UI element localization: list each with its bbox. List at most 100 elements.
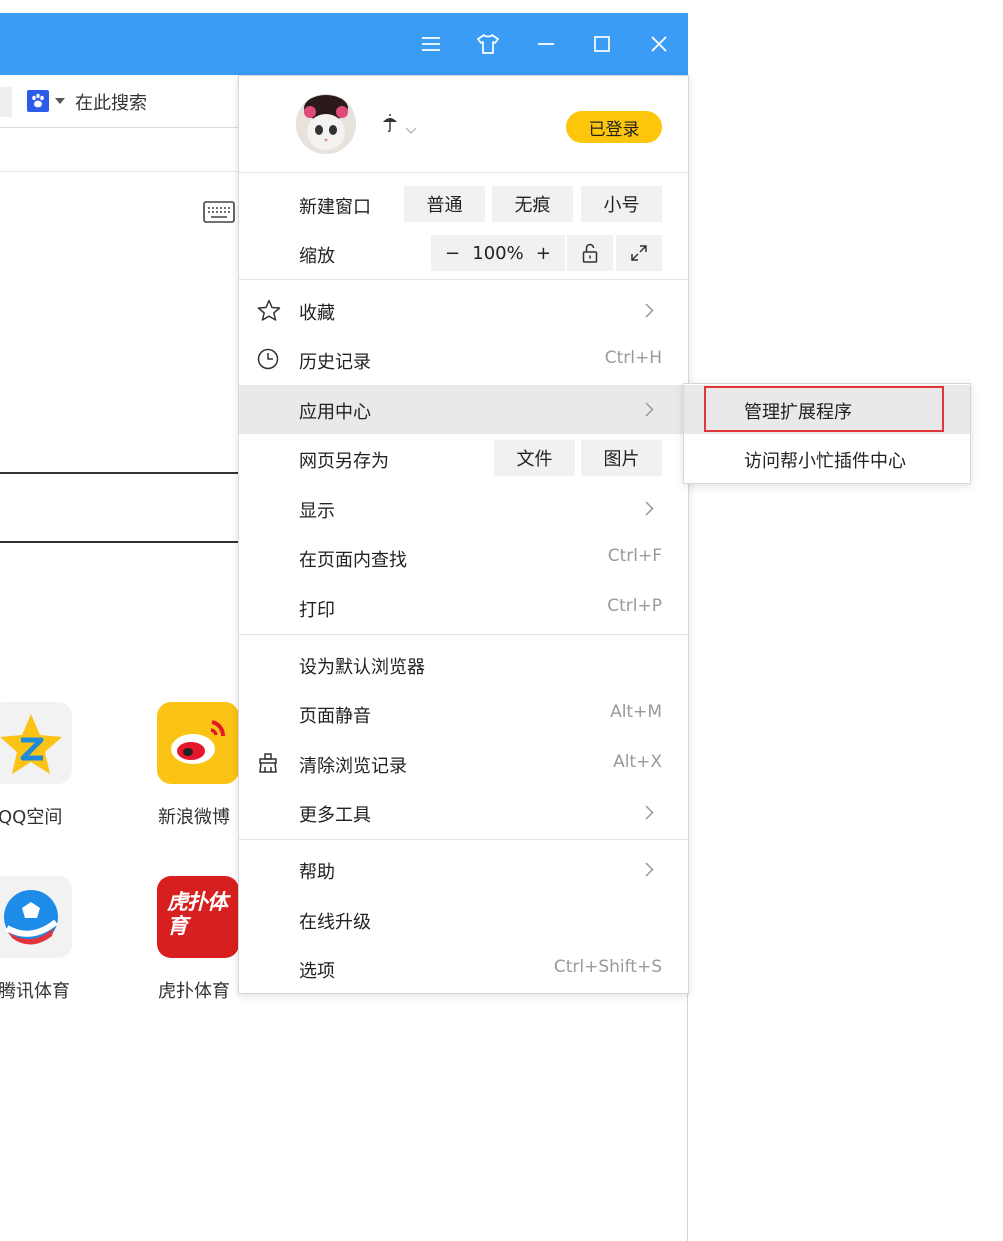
close-icon — [651, 36, 667, 52]
submenu-item-plugin-center[interactable]: 访问帮小忙插件中心 — [684, 434, 970, 483]
divider — [239, 172, 688, 173]
menu-item-label: 历史记录 — [299, 352, 371, 373]
new-window-alt-account-button[interactable]: 小号 — [581, 186, 662, 222]
menu-item-app-center[interactable]: 应用中心 — [239, 385, 688, 434]
shortcut-label: Ctrl+H — [604, 348, 662, 368]
keyboard-icon[interactable] — [203, 200, 235, 228]
menu-item-mute-page[interactable]: 页面静音 Alt+M — [239, 689, 688, 738]
menu-item-favorites[interactable]: 收藏 — [239, 286, 688, 335]
broom-icon — [257, 752, 279, 778]
new-window-incognito-button[interactable]: 无痕 — [492, 186, 573, 222]
divider — [239, 279, 688, 280]
search-box-bottom-border — [0, 541, 238, 543]
app-label: 腾讯体育 — [0, 981, 70, 1002]
chevron-down-icon[interactable] — [405, 120, 417, 139]
skin-button[interactable] — [466, 13, 510, 75]
main-menu-button[interactable] — [409, 13, 453, 75]
menu-item-label: 打印 — [299, 600, 335, 621]
menu-item-help[interactable]: 帮助 — [239, 845, 688, 894]
paw-icon — [32, 93, 44, 108]
clock-icon — [257, 348, 279, 374]
shortcut-label: Ctrl+Shift+S — [553, 957, 662, 977]
hamburger-icon — [422, 37, 440, 51]
save-as-file-button[interactable]: 文件 — [494, 440, 575, 476]
close-button[interactable] — [637, 13, 681, 75]
menu-item-display[interactable]: 显示 — [239, 484, 688, 533]
address-bar-edge — [0, 87, 12, 117]
app-label: 虎扑体育 — [158, 981, 230, 1002]
app-tile-weibo[interactable] — [157, 702, 239, 784]
app-label: 新浪微博 — [158, 807, 230, 828]
title-bar — [0, 13, 688, 75]
menu-item-online-upgrade[interactable]: 在线升级 — [239, 895, 688, 944]
menu-item-more-tools[interactable]: 更多工具 — [239, 788, 688, 837]
star-icon — [257, 299, 281, 325]
search-input[interactable]: 在此搜索 — [75, 89, 147, 115]
search-engine-button[interactable] — [27, 90, 49, 112]
app-tile-tencent-sports[interactable] — [0, 876, 72, 958]
search-box-top-border — [0, 472, 238, 474]
app-tile-hupu[interactable]: 虎扑体育 — [157, 876, 239, 958]
submenu-item-label: 访问帮小忙插件中心 — [744, 451, 906, 472]
app-tile-qzone[interactable] — [0, 702, 72, 784]
menu-item-label: 在页面内查找 — [299, 550, 407, 571]
menu-item-label: 更多工具 — [299, 805, 371, 826]
login-status-badge[interactable]: 已登录 — [566, 111, 662, 143]
shortcut-label: Alt+X — [613, 752, 662, 772]
zoom-value: 100% — [472, 242, 524, 264]
chevron-right-icon — [645, 402, 654, 421]
chevron-down-icon[interactable] — [55, 98, 65, 104]
menu-item-find-in-page[interactable]: 在页面内查找 Ctrl+F — [239, 533, 688, 582]
shortcut-label: Alt+M — [610, 702, 662, 722]
chevron-right-icon — [645, 805, 654, 824]
weibo-icon — [171, 720, 225, 764]
submenu-item-manage-extensions[interactable]: 管理扩展程序 — [684, 385, 970, 434]
maximize-button[interactable] — [580, 13, 624, 75]
chevron-right-icon — [645, 303, 654, 322]
browser-main-menu: 已登录 新建窗口 普通 无痕 小号 缩放 − 100% + 收藏 历史记录 Ct… — [238, 75, 689, 994]
zoom-out-button[interactable]: − — [445, 243, 460, 264]
menu-item-set-default-browser[interactable]: 设为默认浏览器 — [239, 640, 688, 689]
menu-item-history[interactable]: 历史记录 Ctrl+H — [239, 335, 688, 384]
menu-item-label: 在线升级 — [299, 912, 371, 933]
maximize-icon — [594, 36, 610, 52]
menu-item-clear-history[interactable]: 清除浏览记录 Alt+X — [239, 739, 688, 788]
zoom-lock-button[interactable] — [567, 235, 613, 271]
qzone-icon — [0, 714, 62, 774]
menu-item-label: 选项 — [299, 961, 335, 982]
divider — [0, 171, 238, 172]
chevron-right-icon — [645, 501, 654, 520]
new-window-normal-button[interactable]: 普通 — [404, 186, 485, 222]
zoom-in-button[interactable]: + — [536, 243, 551, 264]
unlock-icon — [582, 243, 598, 263]
menu-item-label: 网页另存为 — [299, 451, 389, 472]
zoom-label: 缩放 — [299, 246, 335, 267]
expand-icon — [631, 245, 647, 261]
menu-item-print[interactable]: 打印 Ctrl+P — [239, 583, 688, 632]
menu-item-label: 应用中心 — [299, 402, 371, 423]
menu-item-label: 显示 — [299, 501, 335, 522]
new-window-label: 新建窗口 — [299, 197, 371, 218]
minimize-button[interactable] — [524, 13, 568, 75]
menu-item-label: 收藏 — [299, 303, 335, 324]
hupu-icon: 虎扑体育 — [167, 890, 228, 938]
divider — [239, 634, 688, 635]
menu-item-label: 清除浏览记录 — [299, 756, 407, 777]
divider — [239, 839, 688, 840]
fullscreen-button[interactable] — [616, 235, 662, 271]
zoom-control: − 100% + — [431, 235, 565, 271]
menu-item-label: 页面静音 — [299, 706, 371, 727]
menu-item-label: 帮助 — [299, 862, 335, 883]
shortcut-label: Ctrl+P — [607, 596, 662, 616]
save-as-image-button[interactable]: 图片 — [581, 440, 662, 476]
shortcut-label: Ctrl+F — [607, 546, 662, 566]
menu-item-label: 设为默认浏览器 — [299, 657, 425, 678]
weather-umbrella-icon[interactable] — [381, 114, 399, 138]
tencent-sports-icon — [4, 890, 58, 945]
minimize-icon — [538, 43, 554, 45]
menu-item-options[interactable]: 选项 Ctrl+Shift+S — [239, 944, 688, 993]
submenu-item-label: 管理扩展程序 — [744, 402, 852, 423]
tshirt-icon — [477, 34, 499, 54]
avatar[interactable] — [296, 94, 356, 154]
app-label: QQ空间 — [0, 807, 63, 828]
